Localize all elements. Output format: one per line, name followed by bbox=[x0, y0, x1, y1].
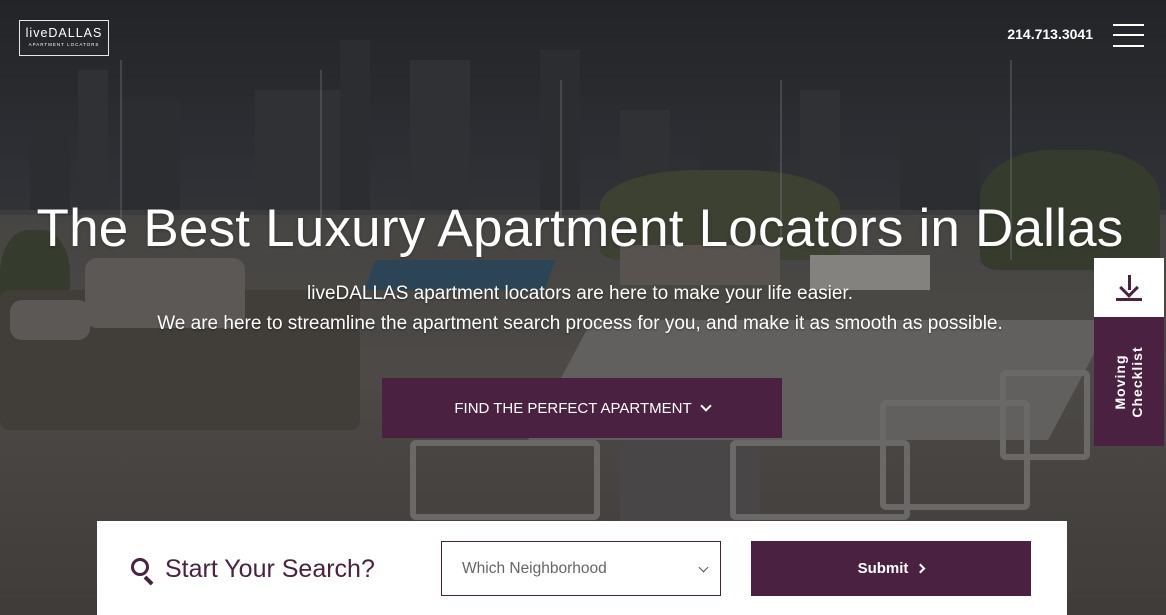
search-panel: Start Your Search? Which Neighborhood Su… bbox=[97, 521, 1067, 615]
neighborhood-select[interactable]: Which Neighborhood bbox=[441, 541, 721, 596]
hamburger-menu-icon[interactable] bbox=[1113, 24, 1144, 47]
find-apartment-label: FIND THE PERFECT APARTMENT bbox=[454, 399, 692, 417]
neighborhood-select-value: Which Neighborhood bbox=[462, 560, 607, 577]
submit-button[interactable]: Submit bbox=[751, 541, 1031, 596]
logo-wordmark: liveDALLAS bbox=[25, 26, 103, 40]
brand-logo[interactable]: liveDALLAS APARTMENT LOCATORS bbox=[19, 20, 109, 56]
hero-subtitle-line2: We are here to streamline the apartment … bbox=[157, 313, 1003, 334]
chevron-down-icon bbox=[698, 562, 709, 573]
download-checklist-button[interactable] bbox=[1094, 258, 1164, 317]
find-apartment-button[interactable]: FIND THE PERFECT APARTMENT bbox=[382, 378, 782, 438]
download-icon bbox=[1116, 274, 1142, 301]
logo-tagline: APARTMENT LOCATORS bbox=[28, 42, 100, 47]
submit-label: Submit bbox=[857, 560, 909, 577]
hero-title: The Best Luxury Apartment Locators in Da… bbox=[36, 199, 1124, 258]
search-icon bbox=[131, 558, 155, 586]
hero-subtitle-line1: liveDALLAS apartment locators are here t… bbox=[307, 283, 853, 304]
chevron-down-icon bbox=[699, 400, 712, 412]
moving-checklist-label: Moving Checklist bbox=[1112, 345, 1145, 418]
moving-checklist-tab[interactable]: Moving Checklist bbox=[1094, 317, 1164, 446]
chevron-right-icon bbox=[915, 563, 926, 574]
phone-link[interactable]: 214.713.3041 bbox=[985, 24, 1093, 44]
search-label: Start Your Search? bbox=[165, 555, 375, 583]
